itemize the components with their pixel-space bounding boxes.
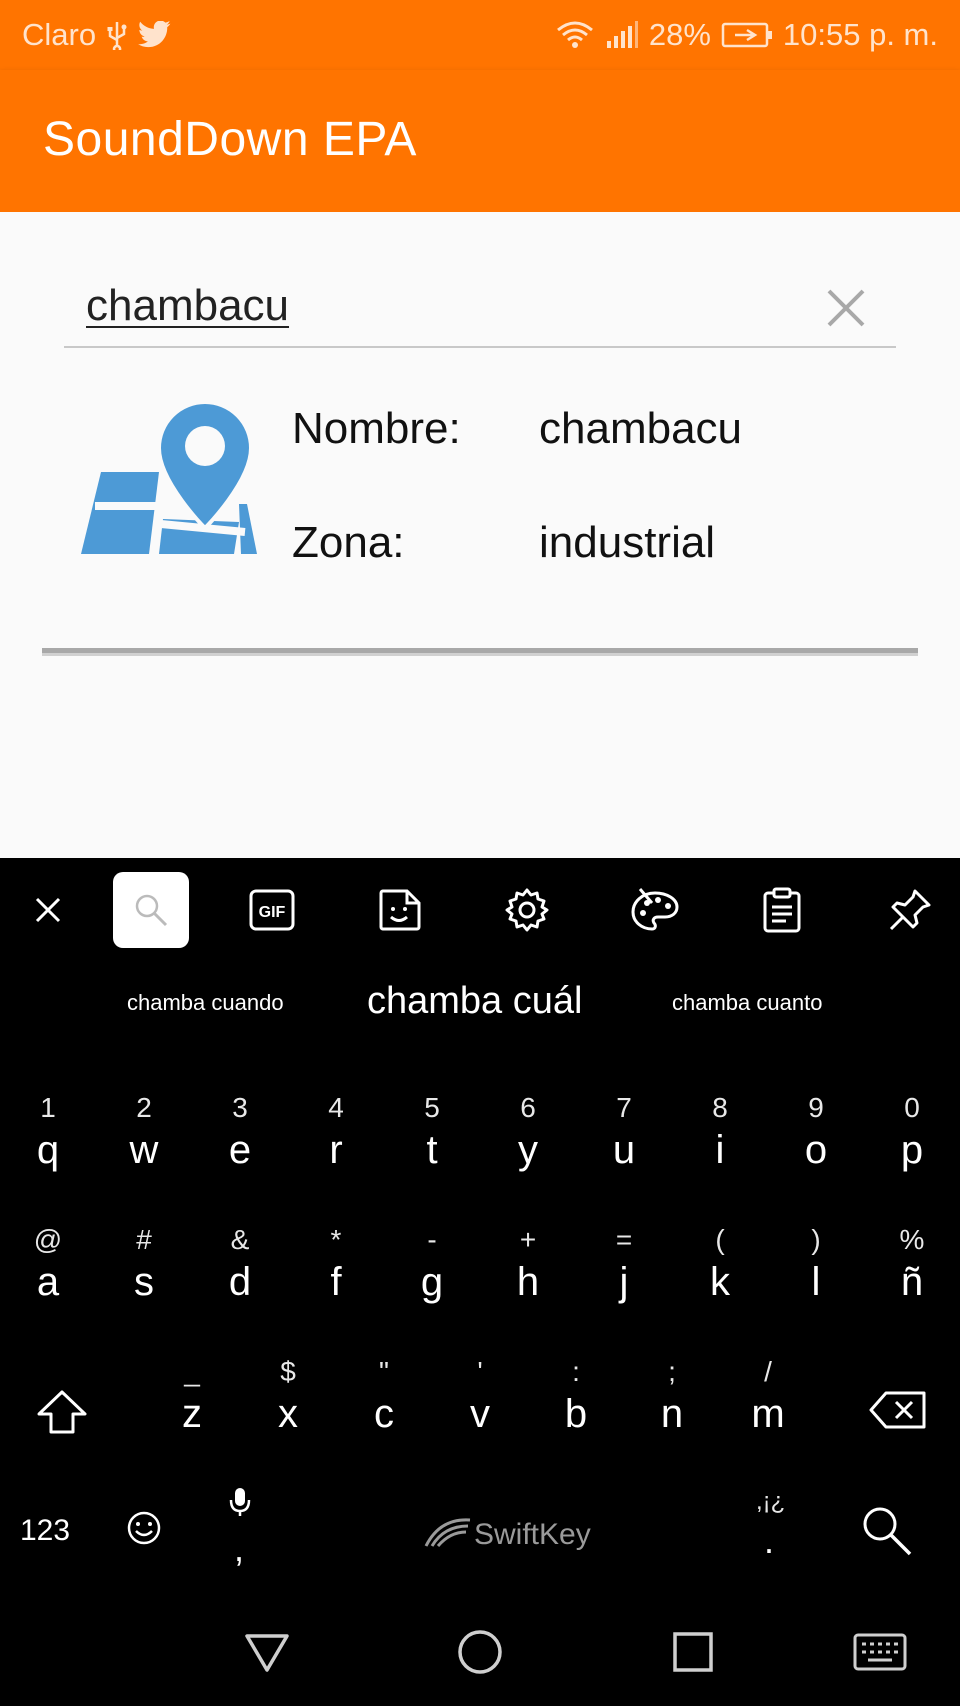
app-bar: SoundDown EPA bbox=[0, 70, 960, 212]
key-f[interactable]: * f bbox=[288, 1214, 384, 1334]
battery-icon bbox=[721, 21, 773, 49]
comma-key[interactable]: , bbox=[200, 1472, 280, 1596]
key-y[interactable]: 6y bbox=[480, 1082, 576, 1202]
signal-icon bbox=[605, 21, 639, 49]
key-j[interactable]: = j bbox=[576, 1214, 672, 1334]
swiftkey-brand: SwiftKey bbox=[474, 1518, 591, 1551]
key-h[interactable]: + h bbox=[480, 1214, 576, 1334]
key-x[interactable]: $ x bbox=[240, 1346, 336, 1466]
status-bar: Claro 28% 10:55 p. m. bbox=[0, 0, 960, 70]
key-r[interactable]: 4r bbox=[288, 1082, 384, 1202]
key-row-2: @ a # s & d * f -g + h = j (k ) l % ñ bbox=[0, 1214, 960, 1334]
period-key[interactable]: ,¡¿ . bbox=[730, 1472, 810, 1596]
shift-key[interactable] bbox=[12, 1346, 112, 1466]
key-row-1: 1q 2w 3e 4r 5t 6y 7u 8i 9o 0p bbox=[0, 1082, 960, 1202]
key-k[interactable]: (k bbox=[672, 1214, 768, 1334]
list-item[interactable]: Nombre: chambacu Zona: industrial bbox=[64, 382, 904, 582]
map-location-icon bbox=[79, 394, 259, 554]
backspace-key[interactable] bbox=[848, 1346, 948, 1466]
comma-label: , bbox=[234, 1528, 245, 1569]
back-icon[interactable] bbox=[235, 1620, 299, 1684]
key-row-3: _ z $ x " c ' v :b ; n / m bbox=[0, 1346, 960, 1466]
key-v[interactable]: ' v bbox=[432, 1346, 528, 1466]
carrier-label: Claro bbox=[22, 17, 97, 52]
close-icon[interactable] bbox=[10, 872, 86, 948]
gif-label: GIF bbox=[259, 904, 286, 921]
recents-icon[interactable] bbox=[661, 1620, 725, 1684]
suggestion-right[interactable]: chamba cuanto bbox=[672, 990, 822, 1016]
navigation-bar bbox=[0, 1596, 960, 1706]
key-i[interactable]: 8i bbox=[672, 1082, 768, 1202]
key-m[interactable]: / m bbox=[720, 1346, 816, 1466]
zone-label: Zona: bbox=[292, 518, 405, 567]
home-icon[interactable] bbox=[448, 1620, 512, 1684]
search-input[interactable] bbox=[86, 276, 786, 336]
sticker-icon[interactable] bbox=[362, 872, 438, 948]
main-content: Nombre: chambacu Zona: industrial bbox=[0, 212, 960, 858]
key-n[interactable]: ; n bbox=[624, 1346, 720, 1466]
key-z[interactable]: _ z bbox=[144, 1346, 240, 1466]
wifi-icon bbox=[555, 20, 595, 50]
key-e[interactable]: 3e bbox=[192, 1082, 288, 1202]
settings-icon[interactable] bbox=[489, 872, 565, 948]
name-label: Nombre: bbox=[292, 404, 461, 453]
backspace-icon bbox=[848, 1390, 948, 1435]
theme-icon[interactable] bbox=[617, 872, 693, 948]
key-g[interactable]: -g bbox=[384, 1214, 480, 1334]
microphone-icon bbox=[228, 1486, 252, 1523]
suggestion-bar: chamba cuando chamba cuál chamba cuanto bbox=[0, 962, 960, 1062]
keyboard-switch-icon[interactable] bbox=[848, 1620, 912, 1684]
numbers-key[interactable]: 123 bbox=[20, 1514, 70, 1548]
zone-value: industrial bbox=[539, 518, 716, 567]
key-p[interactable]: 0p bbox=[864, 1082, 960, 1202]
key-s[interactable]: # s bbox=[96, 1214, 192, 1334]
key-b[interactable]: :b bbox=[528, 1346, 624, 1466]
keyboard-toolbar: GIF bbox=[0, 858, 960, 962]
usb-icon bbox=[106, 20, 128, 50]
period-label: . bbox=[764, 1520, 775, 1561]
clipboard-icon[interactable] bbox=[744, 872, 820, 948]
key-w[interactable]: 2w bbox=[96, 1082, 192, 1202]
search-box bbox=[64, 272, 896, 348]
key-d[interactable]: & d bbox=[192, 1214, 288, 1334]
clock: 10:55 p. m. bbox=[782, 17, 938, 52]
space-bar[interactable]: SwiftKey bbox=[300, 1482, 700, 1582]
pin-icon[interactable] bbox=[872, 872, 948, 948]
name-value: chambacu bbox=[539, 404, 743, 453]
clear-icon[interactable] bbox=[826, 288, 866, 328]
shift-icon bbox=[12, 1388, 112, 1441]
keyboard: GIF chamba cuando chamba cuál chamba cua… bbox=[0, 858, 960, 1596]
suggestion-left[interactable]: chamba cuando bbox=[127, 990, 284, 1016]
swiftkey-logo-icon bbox=[424, 1516, 472, 1555]
key-a[interactable]: @ a bbox=[0, 1214, 96, 1334]
suggestion-center[interactable]: chamba cuál bbox=[367, 980, 582, 1023]
key-o[interactable]: 9o bbox=[768, 1082, 864, 1202]
key-c[interactable]: " c bbox=[336, 1346, 432, 1466]
app-title: SoundDown EPA bbox=[43, 113, 417, 166]
twitter-icon bbox=[138, 21, 172, 49]
gif-icon[interactable]: GIF bbox=[234, 872, 310, 948]
key-t[interactable]: 5t bbox=[384, 1082, 480, 1202]
punctuation-alt: ,¡¿ bbox=[756, 1488, 786, 1515]
emoji-icon[interactable] bbox=[126, 1510, 162, 1551]
key-l[interactable]: ) l bbox=[768, 1214, 864, 1334]
key-n-tilde[interactable]: % ñ bbox=[864, 1214, 960, 1334]
key-u[interactable]: 7u bbox=[576, 1082, 672, 1202]
key-q[interactable]: 1q bbox=[0, 1082, 96, 1202]
battery-percent: 28% bbox=[648, 17, 711, 52]
key-row-bottom: 123 , SwiftKey ,¡¿ . bbox=[0, 1472, 960, 1596]
divider bbox=[42, 648, 918, 656]
search-action-icon[interactable] bbox=[860, 1504, 914, 1563]
search-icon[interactable] bbox=[113, 872, 189, 948]
